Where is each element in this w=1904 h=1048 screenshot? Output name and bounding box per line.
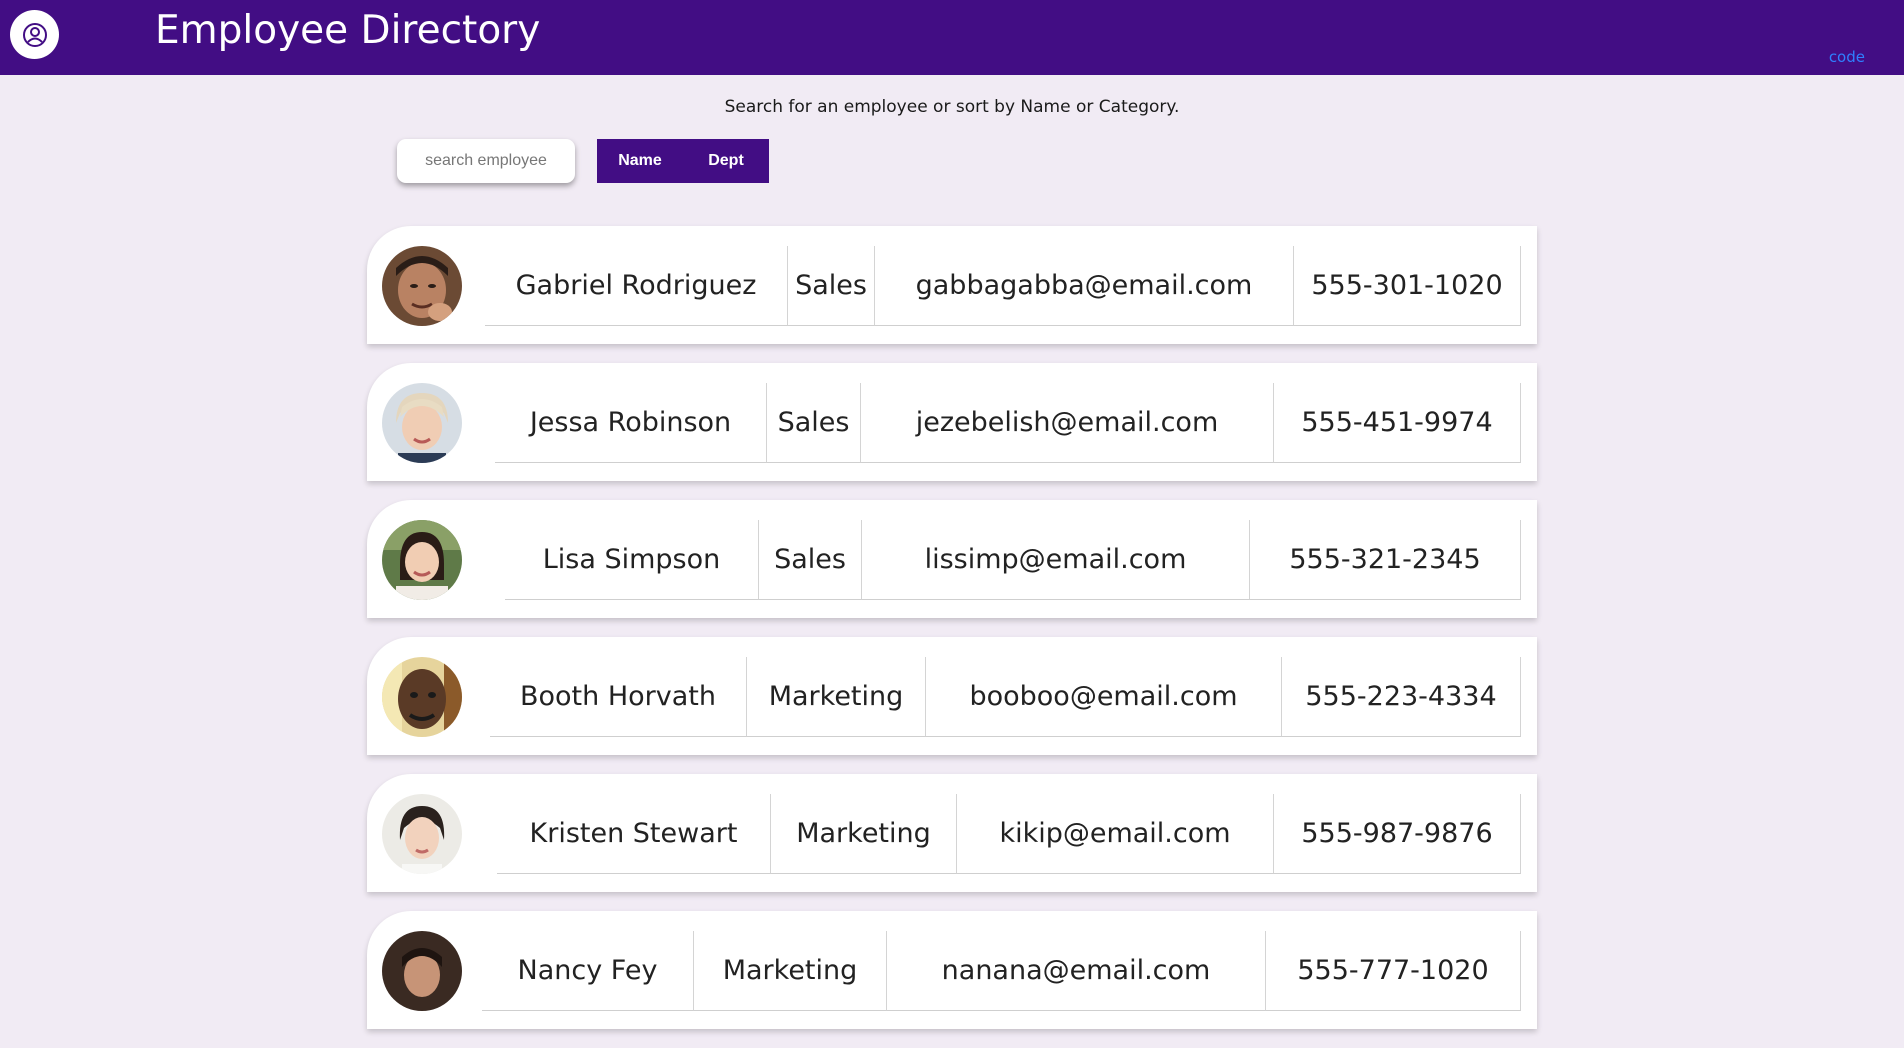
employee-phone: 555-451-9974 [1274, 383, 1521, 463]
employee-card: Nancy Fey Marketing nanana@email.com 555… [367, 911, 1537, 1029]
app-header: Employee Directory code [0, 0, 1904, 75]
search-input[interactable] [397, 139, 575, 183]
employee-email: kikip@email.com [957, 794, 1274, 874]
app-title: Employee Directory [155, 8, 541, 53]
employee-email: gabbagabba@email.com [875, 246, 1294, 326]
employee-email: booboo@email.com [926, 657, 1282, 737]
code-link[interactable]: code [1829, 48, 1865, 66]
sort-button-group: Name Dept [597, 139, 769, 183]
employee-card: Jessa Robinson Sales jezebelish@email.co… [367, 363, 1537, 481]
employee-phone: 555-987-9876 [1274, 794, 1521, 874]
employee-name: Nancy Fey [482, 931, 694, 1011]
employee-phone: 555-777-1020 [1266, 931, 1521, 1011]
sort-by-dept-button[interactable]: Dept [683, 139, 769, 183]
employee-name: Gabriel Rodriguez [485, 246, 788, 326]
employee-card: Kristen Stewart Marketing kikip@email.co… [367, 774, 1537, 892]
avatar [382, 657, 462, 737]
employee-email: nanana@email.com [887, 931, 1266, 1011]
employee-name: Jessa Robinson [495, 383, 767, 463]
employee-dept: Sales [767, 383, 861, 463]
user-circle-icon [10, 10, 59, 59]
employee-phone: 555-321-2345 [1250, 520, 1521, 600]
avatar [382, 931, 462, 1011]
employee-dept: Marketing [694, 931, 887, 1011]
employee-card: Booth Horvath Marketing booboo@email.com… [367, 637, 1537, 755]
employee-dept: Marketing [771, 794, 957, 874]
employee-name: Lisa Simpson [505, 520, 759, 600]
employee-name: Kristen Stewart [497, 794, 771, 874]
avatar [382, 520, 462, 600]
employee-dept: Marketing [747, 657, 926, 737]
avatar [382, 794, 462, 874]
employee-email: lissimp@email.com [862, 520, 1250, 600]
employee-dept: Sales [759, 520, 862, 600]
employee-dept: Sales [788, 246, 875, 326]
employee-email: jezebelish@email.com [861, 383, 1274, 463]
avatar [382, 383, 462, 463]
employee-phone: 555-223-4334 [1282, 657, 1521, 737]
employee-name: Booth Horvath [490, 657, 747, 737]
employee-card: Lisa Simpson Sales lissimp@email.com 555… [367, 500, 1537, 618]
employee-card: Gabriel Rodriguez Sales gabbagabba@email… [367, 226, 1537, 344]
search-instructions: Search for an employee or sort by Name o… [724, 97, 1180, 117]
employee-list: Gabriel Rodriguez Sales gabbagabba@email… [367, 226, 1537, 1048]
avatar [382, 246, 462, 326]
employee-phone: 555-301-1020 [1294, 246, 1521, 326]
sort-by-name-button[interactable]: Name [597, 139, 683, 183]
